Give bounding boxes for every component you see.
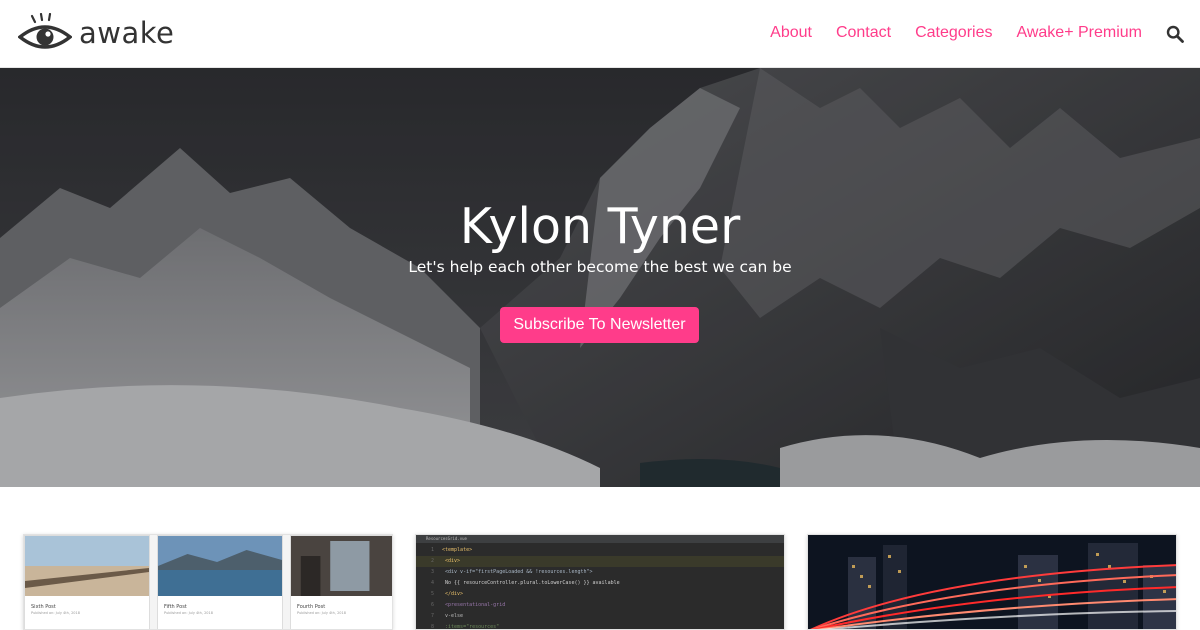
mini-post-meta: Published on: July 4th, 2018 <box>297 611 346 615</box>
subscribe-button[interactable]: Subscribe To Newsletter <box>500 307 699 343</box>
nav-categories[interactable]: Categories <box>915 22 992 44</box>
post-card-code-preview[interactable]: ResourcesGrid.vue 1 <template> 2 <div> 3 … <box>415 534 785 630</box>
code-line: 3 <div v-if="firstPageLoaded && !resourc… <box>430 569 593 575</box>
pier-image <box>25 536 149 596</box>
mini-post-title: Fifth Post <box>164 604 187 610</box>
post-card-blog-preview[interactable]: Sixth Post Published on: July 4th, 2018 … <box>23 534 393 630</box>
code-line: 1 <template> <box>430 547 473 553</box>
mini-post-card: Fourth Post Published on: July 4th, 2018 <box>290 535 392 629</box>
lake-image <box>158 536 282 596</box>
code-line: 4 No {{ resourceController.plural.toLowe… <box>430 580 620 586</box>
hero-banner: Kylon Tyner Let's help each other become… <box>0 68 1200 487</box>
brand-logo[interactable]: awake <box>18 13 174 53</box>
code-line: 5 </div> <box>430 591 464 597</box>
editor-tab-bar: ResourcesGrid.vue <box>416 535 784 543</box>
hero-title: Kylon Tyner <box>459 198 741 255</box>
nav-premium[interactable]: Awake+ Premium <box>1016 22 1142 44</box>
mini-post-title: Sixth Post <box>31 604 56 610</box>
mini-post-card: Sixth Post Published on: July 4th, 2018 <box>24 535 150 629</box>
nav-about[interactable]: About <box>770 22 812 44</box>
mini-post-card: Fifth Post Published on: July 4th, 2018 <box>157 535 283 629</box>
navbar: awake About Contact Categories Awake+ Pr… <box>0 0 1200 68</box>
post-card-city-preview[interactable] <box>807 534 1177 630</box>
city-lights-image <box>808 535 1176 629</box>
main-nav: About Contact Categories Awake+ Premium <box>746 22 1142 44</box>
code-line: 7 v-else <box>430 613 464 619</box>
hero-overlay <box>0 68 1200 487</box>
search-icon[interactable] <box>1166 25 1184 43</box>
hero-subtitle: Let's help each other become the best we… <box>408 258 792 276</box>
nav-contact[interactable]: Contact <box>836 22 891 44</box>
code-line: 2 <div> <box>416 556 784 567</box>
brand-name: awake <box>79 16 175 50</box>
interior-image <box>291 536 392 596</box>
mini-post-title: Fourth Post <box>297 604 326 610</box>
mini-post-meta: Published on: July 4th, 2018 <box>164 611 213 615</box>
eye-icon <box>18 13 72 49</box>
mini-post-meta: Published on: July 4th, 2018 <box>31 611 80 615</box>
editor-file-name: ResourcesGrid.vue <box>426 536 467 541</box>
code-block: 1 <template> 2 <div> 3 <div v-if="firstPa… <box>416 545 784 630</box>
code-line: 8 :items="resources" <box>430 624 500 630</box>
code-line: 6 <presentational-grid <box>430 602 506 608</box>
